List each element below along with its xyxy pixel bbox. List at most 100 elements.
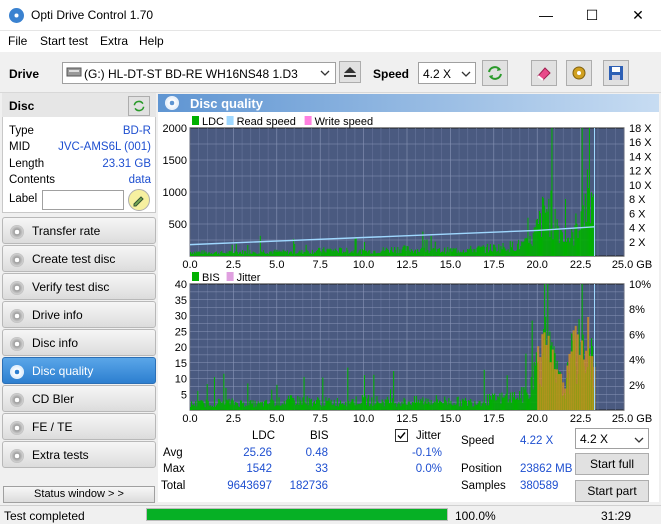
minimize-button[interactable]: —	[523, 0, 569, 30]
menu-extra[interactable]: Extra	[100, 34, 128, 48]
refresh-disc-button[interactable]	[128, 96, 150, 116]
data-bar	[480, 246, 482, 256]
speed-result-value: 4.22 X	[520, 435, 554, 447]
data-bar	[355, 237, 357, 256]
data-bar	[262, 406, 264, 410]
nav-transfer-rate[interactable]: Transfer rate	[2, 217, 156, 244]
data-bar	[513, 250, 515, 256]
menu-start-test[interactable]: Start test	[40, 34, 88, 48]
data-bar	[377, 401, 379, 410]
data-bar	[583, 226, 585, 256]
nav-verify-test-disc[interactable]: Verify test disc	[2, 273, 156, 300]
data-bar	[401, 401, 403, 410]
nav-create-test-disc[interactable]: Create test disc	[2, 245, 156, 272]
nav-drive-info[interactable]: Drive info	[2, 301, 156, 328]
disc-icon	[10, 365, 24, 379]
disc-label-input[interactable]	[42, 190, 124, 210]
menu-file[interactable]: File	[8, 34, 27, 48]
data-bar	[385, 399, 387, 410]
data-bar	[376, 253, 378, 256]
data-bar	[417, 402, 419, 410]
y2-tick-label: 10%	[629, 279, 651, 291]
data-bar	[339, 400, 342, 410]
position-label: Position	[461, 463, 502, 475]
data-bar	[323, 247, 325, 256]
close-button[interactable]: ✕	[615, 0, 661, 30]
data-bar	[353, 402, 355, 410]
data-bar	[244, 406, 246, 410]
y-tick-label: 30	[175, 311, 187, 323]
status-window-button[interactable]: Status window > >	[3, 486, 155, 503]
data-bar	[433, 401, 435, 410]
nav-cd-bler[interactable]: CD Bler	[2, 385, 156, 412]
legend-label: Read speed	[237, 116, 296, 128]
y-tick-label: 5	[181, 389, 187, 401]
erase-button[interactable]	[531, 60, 557, 86]
nav-disc-info[interactable]: Disc info	[2, 329, 156, 356]
data-bar	[252, 400, 254, 410]
data-bar	[211, 254, 213, 256]
data-bar	[354, 238, 356, 256]
data-bar	[404, 399, 406, 410]
data-bar	[468, 400, 470, 410]
menu-help[interactable]: Help	[139, 34, 164, 48]
start-part-button[interactable]: Start part	[575, 480, 649, 502]
maximize-button[interactable]: ☐	[569, 0, 615, 30]
start-full-button[interactable]: Start full	[575, 453, 649, 475]
x-tick-label: 25.0 GB	[612, 259, 652, 271]
data-bar	[544, 205, 546, 256]
data-bar	[378, 253, 380, 256]
data-bar	[382, 401, 384, 410]
data-bar	[298, 404, 300, 410]
test-speed-select[interactable]: 4.2 X	[575, 428, 649, 449]
data-bar	[524, 389, 526, 410]
data-bar	[545, 344, 548, 410]
apply-label-button[interactable]	[128, 189, 150, 211]
data-bar	[483, 246, 485, 256]
data-bar	[352, 399, 354, 410]
save-button[interactable]	[603, 60, 629, 86]
data-bar	[541, 236, 543, 256]
data-bar	[535, 219, 537, 256]
y2-tick-label: 8%	[629, 304, 645, 316]
data-bar	[258, 253, 260, 256]
stats-total-label: Total	[161, 480, 186, 492]
data-bar	[512, 250, 514, 256]
y-tick-label: 10	[175, 374, 187, 386]
data-bar	[212, 407, 214, 410]
data-bar	[397, 246, 399, 256]
data-bar	[411, 250, 413, 256]
data-bar	[300, 400, 302, 410]
nav-fe-te[interactable]: FE / TE	[2, 413, 156, 440]
data-bar	[364, 396, 367, 410]
data-bar	[395, 403, 397, 410]
data-bar	[341, 403, 343, 410]
data-bar	[358, 403, 360, 410]
data-bar	[311, 249, 313, 256]
refresh-speed-button[interactable]	[482, 60, 508, 86]
data-bar	[316, 250, 318, 256]
data-bar	[473, 248, 475, 256]
progress-fill	[147, 509, 447, 520]
nav-extra-tests[interactable]: Extra tests	[2, 441, 156, 468]
data-bar	[452, 248, 454, 256]
data-bar	[370, 253, 372, 256]
data-bar	[383, 406, 385, 410]
data-bar	[484, 403, 486, 410]
disc-mid-value: JVC-AMS6L (001)	[58, 141, 151, 153]
eject-button[interactable]	[339, 61, 361, 83]
data-bar	[396, 406, 398, 410]
data-bar	[204, 407, 206, 410]
data-bar	[396, 253, 398, 256]
data-bar	[534, 227, 536, 256]
nav-disc-quality[interactable]: Disc quality	[2, 357, 156, 384]
data-bar	[332, 249, 334, 256]
y2-tick-label: 2%	[629, 380, 645, 392]
y2-tick-label: 8 X	[629, 194, 646, 206]
data-bar	[521, 387, 523, 410]
jitter-checkbox[interactable]	[395, 429, 408, 442]
speed-select[interactable]: 4.2 X	[418, 62, 476, 84]
data-bar	[221, 250, 223, 256]
data-bar	[589, 355, 592, 410]
settings-button[interactable]	[566, 60, 592, 86]
